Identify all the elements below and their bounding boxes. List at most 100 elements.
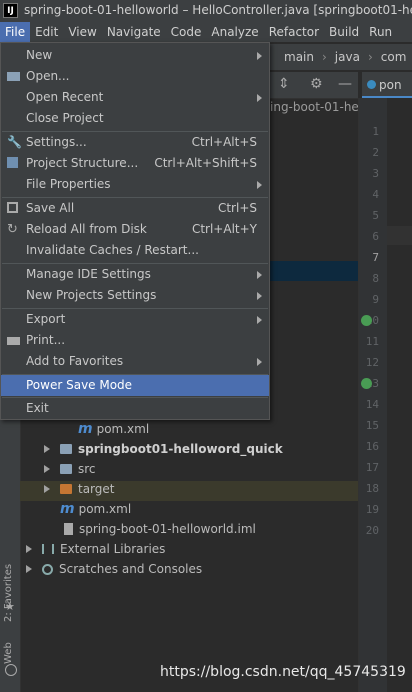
submenu-arrow-icon xyxy=(257,271,262,279)
file-icon xyxy=(64,523,73,535)
menu-item-settings[interactable]: 🔧 Settings... Ctrl+Alt+S xyxy=(1,132,269,153)
menu-item-close-project[interactable]: Close Project xyxy=(1,108,269,129)
file-menu-dropdown: New Open... Open Recent Close Project 🔧 … xyxy=(0,42,270,420)
folder-icon xyxy=(60,464,72,474)
menu-run[interactable]: Run xyxy=(364,22,397,42)
collapse-icon[interactable]: ⇕ xyxy=(278,76,290,92)
star-icon: ★ xyxy=(5,600,15,613)
menu-bar: File Edit View Navigate Code Analyze Ref… xyxy=(0,22,412,42)
tree-item-scratches[interactable]: Scratches and Consoles xyxy=(26,559,202,579)
menu-code[interactable]: Code xyxy=(166,22,207,42)
maven-icon: m xyxy=(60,501,75,517)
wrench-icon: 🔧 xyxy=(7,135,22,149)
line-number: 14 xyxy=(365,398,379,411)
menu-item-invalidate-caches[interactable]: Invalidate Caches / Restart... xyxy=(1,240,269,261)
breadcrumb-com[interactable]: com xyxy=(381,50,407,64)
line-number: 16 xyxy=(365,440,379,453)
maven-icon: m xyxy=(78,421,93,437)
tree-item-pom[interactable]: m pom.xml xyxy=(78,419,149,439)
class-icon xyxy=(367,80,376,89)
excluded-folder-icon xyxy=(60,484,72,494)
menu-item-save-all[interactable]: Save All Ctrl+S xyxy=(1,198,269,219)
window-title: spring-boot-01-helloworld – HelloControl… xyxy=(24,3,412,17)
folder-open-icon xyxy=(7,72,20,81)
gear-icon[interactable]: ⚙ xyxy=(310,76,323,92)
menu-item-open-recent[interactable]: Open Recent xyxy=(1,87,269,108)
minimize-icon[interactable]: — xyxy=(338,76,352,92)
menu-item-project-structure[interactable]: Project Structure... Ctrl+Alt+Shift+S xyxy=(1,153,269,174)
line-number: 4 xyxy=(372,188,379,201)
menu-item-exit[interactable]: Exit xyxy=(1,398,269,419)
tree-item-pom-root[interactable]: m pom.xml xyxy=(60,499,131,519)
menu-item-print[interactable]: Print... xyxy=(1,330,269,351)
watermark-url: https://blog.csdn.net/qq_45745319 xyxy=(160,664,406,680)
submenu-arrow-icon xyxy=(257,316,262,324)
menu-refactor[interactable]: Refactor xyxy=(264,22,324,42)
tree-item-external-libraries[interactable]: External Libraries xyxy=(26,539,165,559)
printer-icon xyxy=(7,337,20,345)
tree-item-iml[interactable]: spring-boot-01-helloworld.iml xyxy=(64,519,256,539)
tree-item-quick-module[interactable]: springboot01-helloword_quick xyxy=(44,439,283,459)
chevron-right-icon: › xyxy=(321,50,327,64)
line-number: 20 xyxy=(365,524,379,537)
submenu-arrow-icon xyxy=(257,181,262,189)
menu-build[interactable]: Build xyxy=(324,22,364,42)
globe-icon xyxy=(5,664,17,676)
menu-item-reload[interactable]: ↻ Reload All from Disk Ctrl+Alt+Y xyxy=(1,219,269,240)
submenu-arrow-icon xyxy=(257,358,262,366)
line-number: 18 xyxy=(365,482,379,495)
expand-arrow-icon[interactable] xyxy=(26,565,32,573)
menu-item-open[interactable]: Open... xyxy=(1,66,269,87)
spring-bean-icon[interactable] xyxy=(361,378,372,389)
web-tool-tab[interactable]: Web xyxy=(3,642,14,664)
intellij-logo-icon: IJ xyxy=(3,3,18,18)
expand-arrow-icon[interactable] xyxy=(26,545,32,553)
current-line-highlight xyxy=(386,226,412,245)
library-icon xyxy=(42,544,54,554)
menu-item-manage-ide-settings[interactable]: Manage IDE Settings xyxy=(1,264,269,285)
tree-item-target[interactable]: target xyxy=(44,479,115,499)
spring-bean-icon[interactable] xyxy=(361,315,372,326)
line-number: 3 xyxy=(372,167,379,180)
refresh-icon: ↻ xyxy=(7,222,18,237)
editor-tab[interactable]: pon xyxy=(362,72,412,98)
menu-item-new-projects-settings[interactable]: New Projects Settings xyxy=(1,285,269,306)
line-number: 6 xyxy=(372,230,379,243)
project-toolbar: ⇕ ⚙ — xyxy=(270,72,358,99)
menu-item-add-to-favorites[interactable]: Add to Favorites xyxy=(1,351,269,372)
breadcrumb-java[interactable]: java xyxy=(335,50,360,64)
line-number-gutter: 1 2 3 4 5 6 7 8 9 10 11 12 13 14 15 16 1… xyxy=(358,98,387,692)
project-structure-icon xyxy=(7,157,18,168)
menu-item-new[interactable]: New xyxy=(1,45,269,66)
expand-arrow-icon[interactable] xyxy=(44,445,50,453)
menu-edit[interactable]: Edit xyxy=(30,22,63,42)
line-number: 9 xyxy=(372,293,379,306)
menu-item-power-save-mode[interactable]: Power Save Mode xyxy=(1,375,269,396)
breadcrumb: main › java › com › a xyxy=(270,44,412,70)
submenu-arrow-icon xyxy=(257,292,262,300)
menu-item-file-properties[interactable]: File Properties xyxy=(1,174,269,195)
tree-item-src[interactable]: src xyxy=(44,459,96,479)
project-root-path: ing-boot-01-hel xyxy=(270,100,363,114)
breadcrumb-main[interactable]: main xyxy=(284,50,314,64)
line-number: 1 xyxy=(372,125,379,138)
menu-file[interactable]: File xyxy=(0,22,31,42)
expand-arrow-icon[interactable] xyxy=(44,485,50,493)
code-editor[interactable] xyxy=(386,98,412,692)
editor-tab-label: pon xyxy=(379,78,402,92)
line-number: 5 xyxy=(372,209,379,222)
line-number: 17 xyxy=(365,461,379,474)
line-number: 11 xyxy=(365,335,379,348)
menu-analyze[interactable]: Analyze xyxy=(206,22,263,42)
line-number-current: 7 xyxy=(372,251,379,264)
menu-item-export[interactable]: Export xyxy=(1,309,269,330)
menu-navigate[interactable]: Navigate xyxy=(102,22,166,42)
submenu-arrow-icon xyxy=(257,52,262,60)
submenu-arrow-icon xyxy=(257,94,262,102)
expand-arrow-icon[interactable] xyxy=(44,465,50,473)
line-number: 8 xyxy=(372,272,379,285)
line-number: 2 xyxy=(372,146,379,159)
module-folder-icon xyxy=(60,444,72,454)
favorites-tool-tab[interactable]: 2: Favorites xyxy=(3,564,14,622)
menu-view[interactable]: View xyxy=(63,22,101,42)
